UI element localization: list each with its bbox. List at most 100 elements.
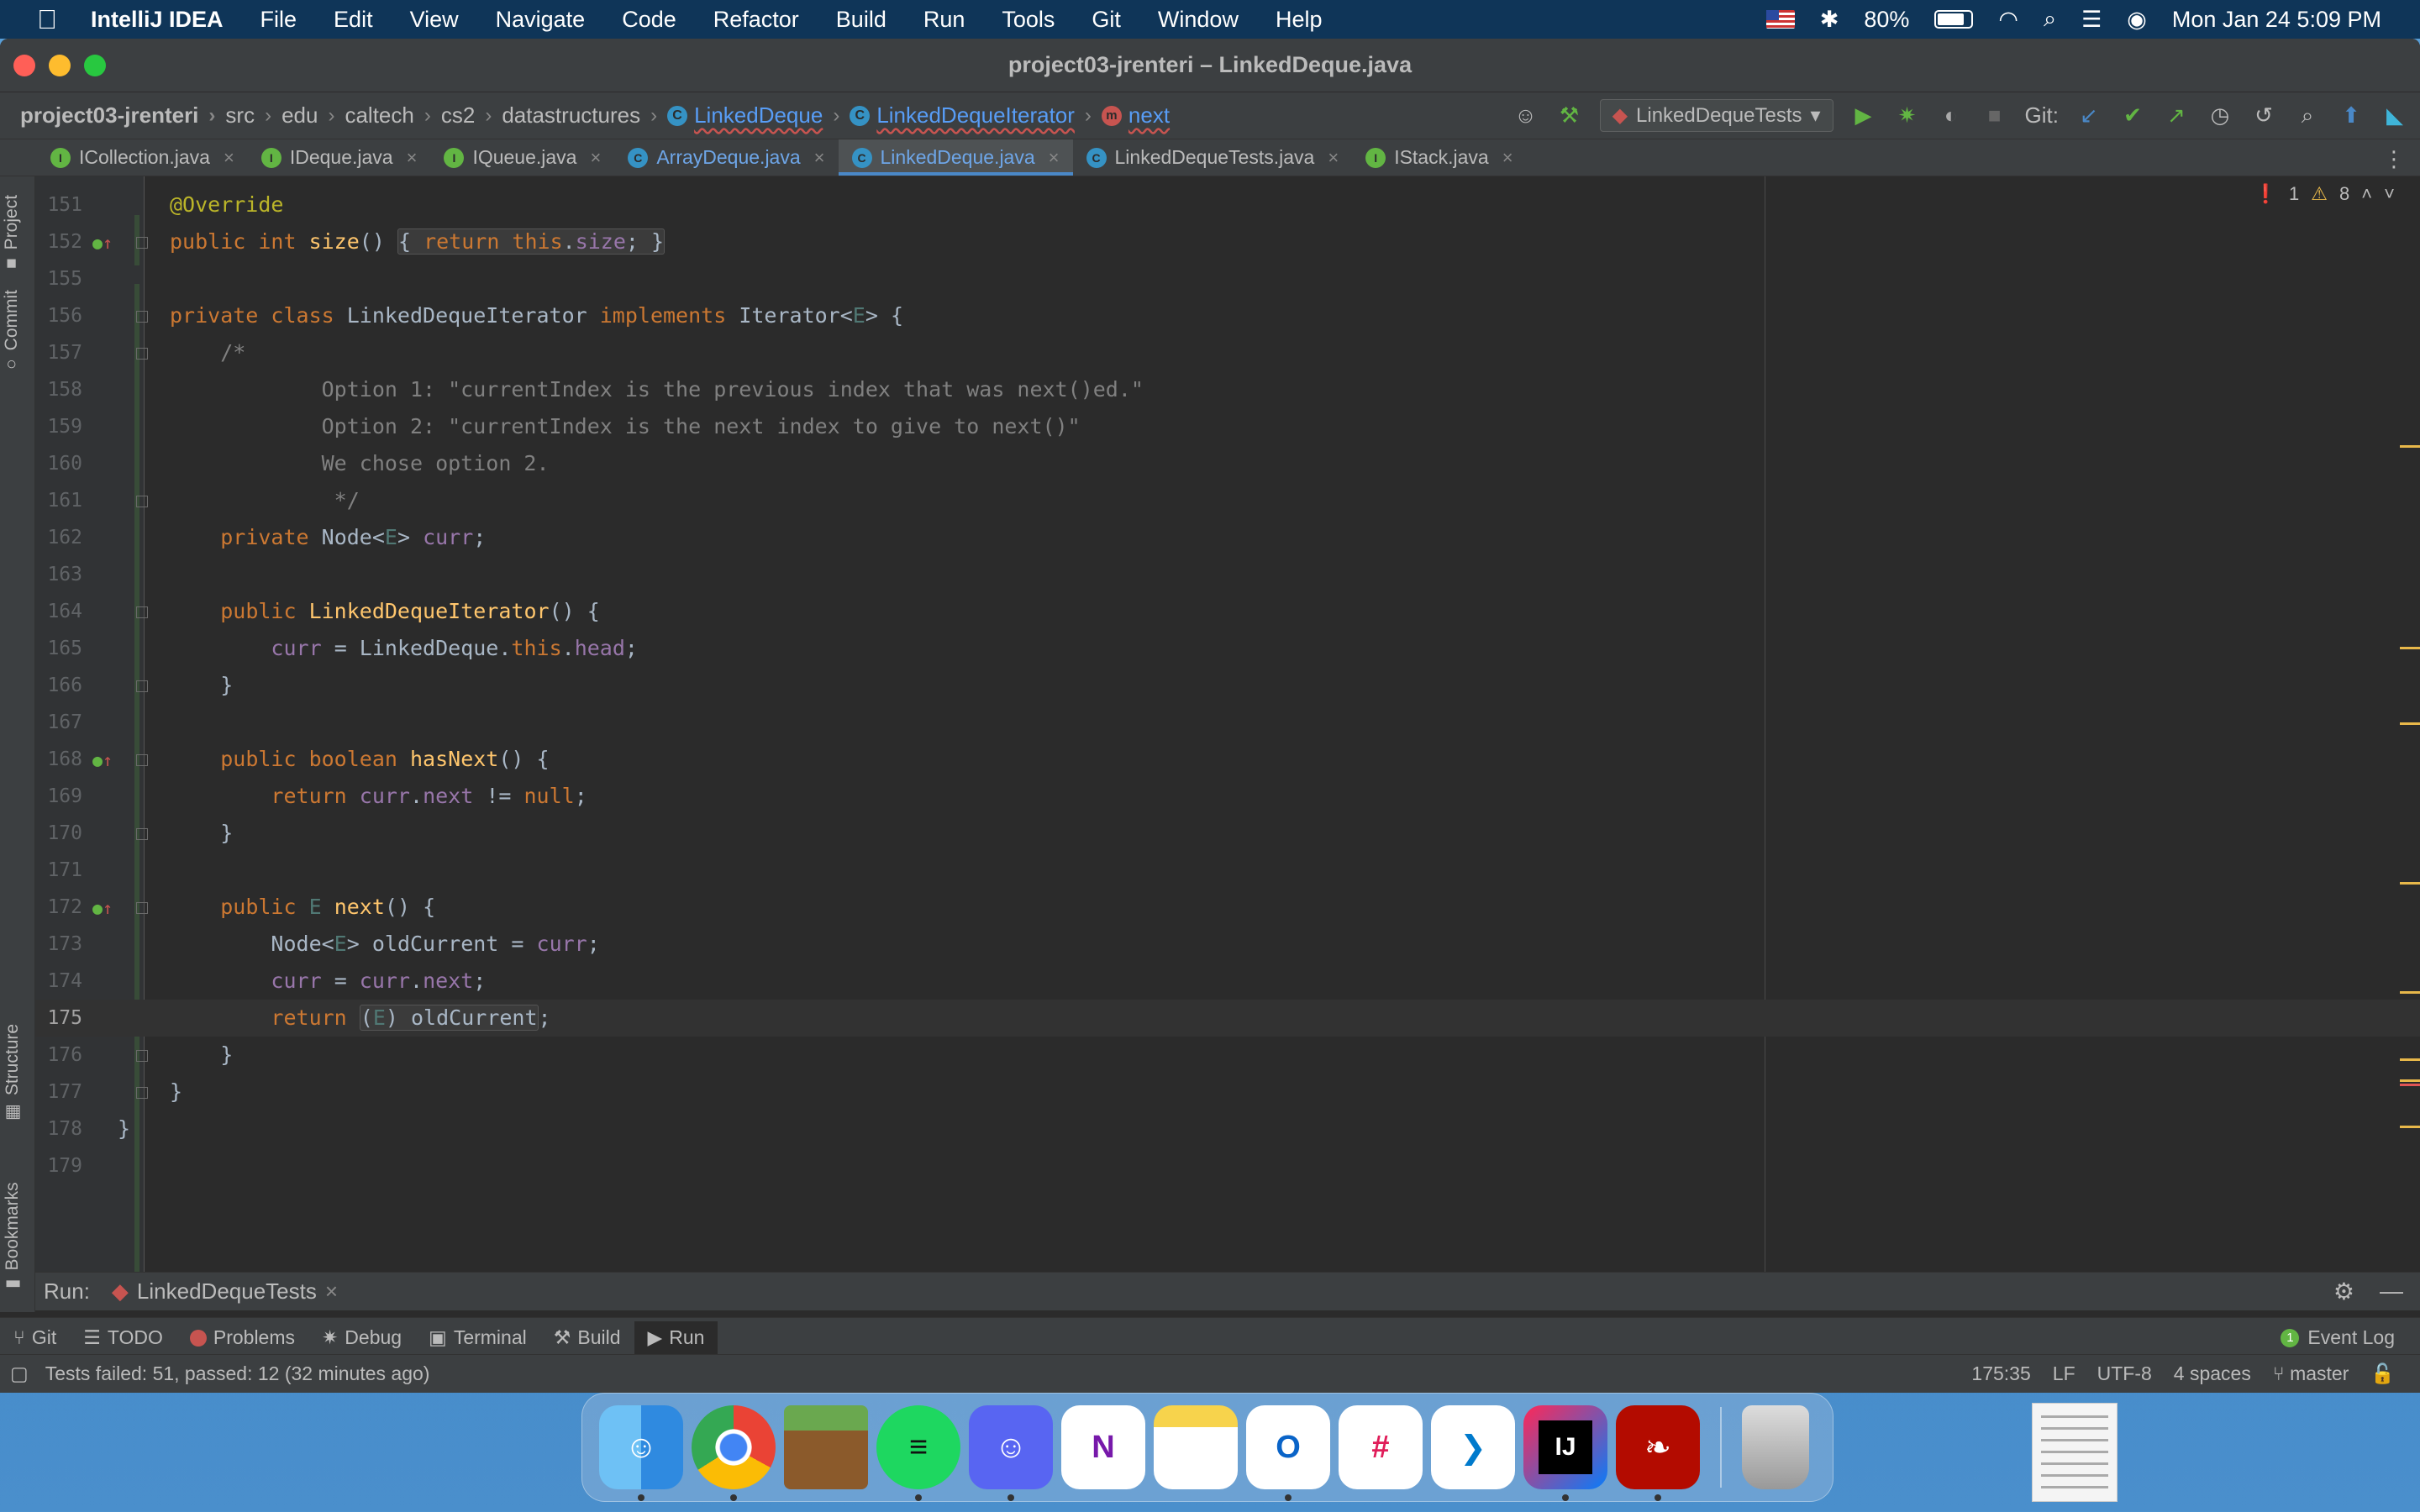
code-text[interactable]: private Node<E> curr; [170,519,486,556]
app-name-menu[interactable]: IntelliJ IDEA [91,7,224,33]
close-tab-icon[interactable]: × [1049,147,1060,169]
tab-linkeddeque[interactable]: C LinkedDeque.java × [838,139,1073,176]
tab-iqueue[interactable]: I IQueue.java × [430,139,614,176]
line-separator[interactable]: LF [2053,1362,2075,1385]
code-text[interactable]: public LinkedDequeIterator() { [170,593,600,630]
user-account-icon[interactable]: ☺ [1512,102,1539,129]
breadcrumb-next[interactable]: m next [1101,102,1170,129]
warning-marker[interactable] [2400,1058,2420,1061]
git-commit-icon[interactable]: ✔ [2119,102,2146,129]
tab-icollection[interactable]: I ICollection.java × [37,139,248,176]
warning-marker[interactable] [2400,647,2420,649]
code-text[interactable]: Node<E> oldCurrent = curr; [170,926,599,963]
caret-position[interactable]: 175:35 [1971,1362,2030,1385]
toggle-tool-windows-icon[interactable]: ▢ [10,1362,29,1385]
tab-linkeddequetests[interactable]: C LinkedDequeTests.java × [1073,139,1353,176]
fold-icon[interactable] [136,496,148,507]
code-text[interactable]: Option 1: "currentIndex is the previous … [170,371,1144,408]
code-line[interactable]: 163 [35,556,2420,593]
fold-icon[interactable] [136,828,148,840]
menu-window[interactable]: Window [1158,7,1239,33]
build-hammer-icon[interactable]: ⚒ [1556,102,1583,129]
code-line[interactable]: 171 [35,852,2420,889]
code-text[interactable]: } [170,1074,182,1110]
tool-terminal[interactable]: ▣ Terminal [415,1321,540,1354]
line-number[interactable]: 174 [35,963,82,1000]
code-text[interactable]: @Override [170,186,283,223]
code-line[interactable]: 172 ●↑ public E next() { [35,889,2420,926]
line-number[interactable]: 163 [35,556,82,593]
override-method-icon[interactable]: ●↑ [92,898,113,918]
fold-icon[interactable] [136,311,148,323]
code-line[interactable]: 177} [35,1074,2420,1110]
wifi-icon[interactable]: ◠ [1998,7,2018,33]
menu-help[interactable]: Help [1276,7,1323,33]
code-text[interactable]: /* [170,334,245,371]
debug-icon[interactable]: ✷ [1894,102,1921,129]
fold-icon[interactable] [136,680,148,692]
coverage-icon[interactable]: ◐ [1938,102,1965,129]
line-number[interactable]: 170 [35,815,82,852]
breadcrumb-linkeddeque[interactable]: C LinkedDeque › [667,102,850,129]
line-number[interactable]: 159 [35,408,82,445]
code-text[interactable]: } [170,815,233,852]
menu-code[interactable]: Code [622,7,676,33]
close-tab-icon[interactable]: × [224,147,234,169]
event-log-button[interactable]: 1 Event Log [2281,1326,2395,1349]
line-number[interactable]: 155 [35,260,82,297]
tab-arraydeque[interactable]: C ArrayDeque.java × [614,139,838,176]
override-method-icon[interactable]: ●↑ [92,750,113,770]
dock-slack-icon[interactable]: # [1339,1405,1423,1489]
menu-tools[interactable]: Tools [1002,7,1055,33]
dock-vscode-icon[interactable]: ❯ [1431,1405,1515,1489]
line-number[interactable]: 172 [35,889,82,926]
line-number[interactable]: 162 [35,519,82,556]
stop-icon[interactable]: ■ [1981,102,2008,129]
fold-icon[interactable] [136,902,148,914]
fold-icon[interactable] [136,237,148,249]
tool-todo[interactable]: ☰ TODO [70,1321,176,1354]
code-line[interactable]: 169 return curr.next != null; [35,778,2420,815]
history-icon[interactable]: ◷ [2207,102,2233,129]
close-tab-icon[interactable]: × [814,147,825,169]
code-line[interactable]: 151 @Override [35,186,2420,223]
tool-run[interactable]: ▶ Run [634,1321,718,1354]
code-line[interactable]: 155 [35,260,2420,297]
code-text[interactable]: return curr.next != null; [170,778,587,815]
code-text[interactable]: Option 2: "currentIndex is the next inde… [170,408,1081,445]
menu-run[interactable]: Run [923,7,965,33]
fold-icon[interactable] [136,754,148,766]
code-line[interactable]: 178} [35,1110,2420,1147]
fold-icon[interactable] [136,606,148,618]
run-configuration-select[interactable]: ◆ LinkedDequeTests ▾ [1599,99,1833,132]
dock-intellij-icon[interactable]: IJ [1523,1405,1607,1501]
dock-onenote-icon[interactable]: N [1061,1405,1145,1489]
tool-build[interactable]: ⚒ Build [540,1321,634,1354]
control-center-icon[interactable]: ☰ [2081,7,2102,33]
code-line[interactable]: 159 Option 2: "currentIndex is the next … [35,408,2420,445]
line-number[interactable]: 173 [35,926,82,963]
close-tab-icon[interactable]: × [407,147,418,169]
code-editor[interactable]: ❗ 1 ⚠ 8 ˄ ˅ 151 @Override 152 ●↑ public int si… [35,176,2420,1284]
tool-git[interactable]: ⑂ Git [0,1321,70,1354]
close-tab-icon[interactable]: × [1502,147,1513,169]
line-number[interactable]: 179 [35,1147,82,1184]
warning-marker[interactable] [2400,882,2420,885]
fold-icon[interactable] [136,1087,148,1099]
menu-git[interactable]: Git [1092,7,1121,33]
code-line[interactable]: 164 public LinkedDequeIterator() { [35,593,2420,630]
line-number[interactable]: 177 [35,1074,82,1110]
close-tab-icon[interactable]: × [325,1278,338,1305]
code-text[interactable]: public boolean hasNext() { [170,741,549,778]
code-line[interactable]: 162 private Node<E> curr; [35,519,2420,556]
code-text[interactable]: public E next() { [170,889,435,926]
gear-icon[interactable]: ⚙ [2333,1278,2354,1305]
file-encoding[interactable]: UTF-8 [2097,1362,2152,1385]
run-tab-linkeddequetests[interactable]: ◆ LinkedDequeTests × [112,1278,338,1305]
line-number[interactable]: 156 [35,297,82,334]
line-number[interactable]: 164 [35,593,82,630]
code-text[interactable]: */ [170,482,360,519]
menu-file[interactable]: File [260,7,297,33]
dock-chrome-icon[interactable] [692,1405,776,1501]
breadcrumb-src[interactable]: src › [225,102,281,129]
